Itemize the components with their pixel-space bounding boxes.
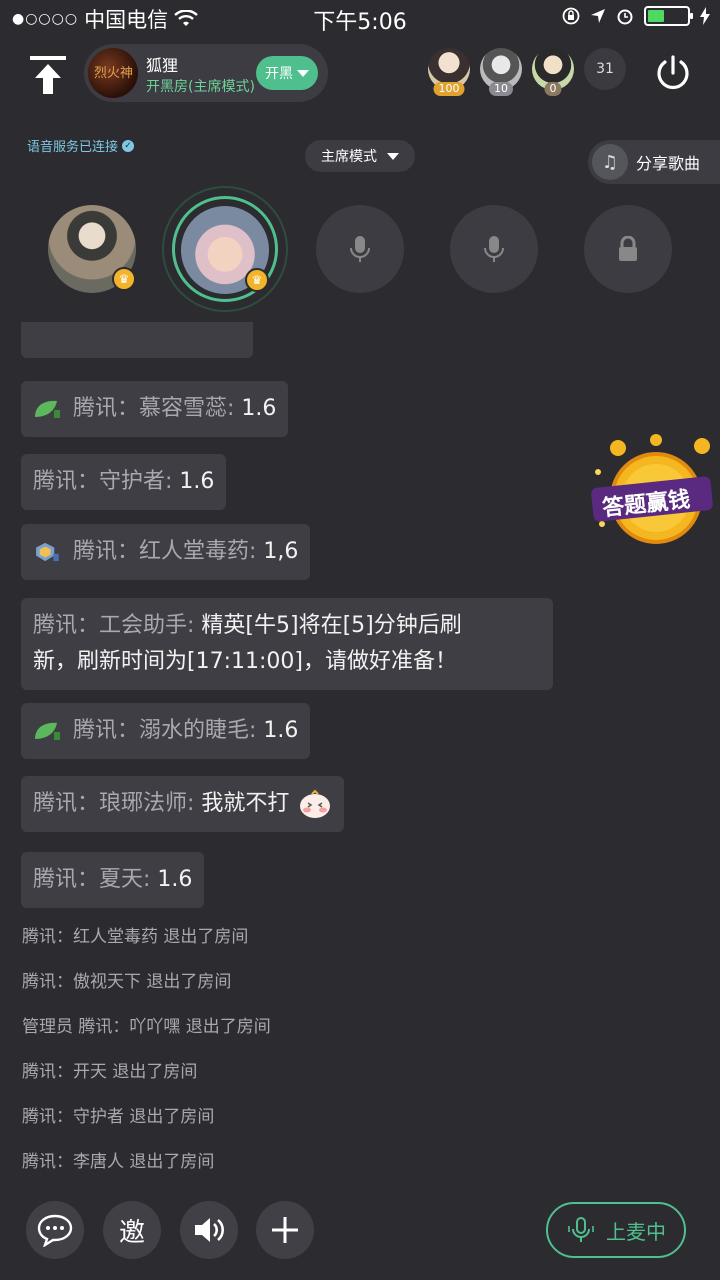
caret-down-icon: [297, 69, 309, 77]
room-info-pill[interactable]: 烈火神 狐狸 开黑房(主席模式) 开黑: [84, 44, 328, 102]
online-count[interactable]: 31: [584, 48, 626, 90]
room-avatar-text: 烈火神: [94, 66, 134, 81]
emoji-face-icon: [300, 789, 331, 818]
chat-text: 1.6: [256, 718, 299, 743]
contributor-badge: 100: [433, 82, 465, 96]
chat-sender: 腾讯：琅琊法师:: [33, 791, 195, 816]
chat-message[interactable]: 腾讯：红人堂毒药: 1,6: [21, 524, 311, 580]
voice-status-label: 语音服务已连接: [27, 140, 119, 155]
chat-message[interactable]: 腾讯：慕容雪蕊: 1.6: [21, 381, 289, 437]
share-song-button[interactable]: ♫ 分享歌曲: [588, 140, 720, 184]
contributor-badge: 0: [544, 82, 562, 96]
share-song-label: 分享歌曲: [636, 154, 701, 173]
chat-text: 我就不打: [194, 791, 290, 816]
microphone-icon: [350, 236, 370, 262]
room-type-dropdown[interactable]: 开黑: [256, 56, 318, 90]
rank-badge-icon: [36, 542, 59, 562]
leaf-badge-icon: [35, 400, 60, 418]
chat-bubble-partial: [21, 322, 253, 358]
plus-icon: [272, 1217, 298, 1243]
check-icon: ✓: [122, 139, 135, 152]
chat-message[interactable]: 腾讯：守护者: 1.6: [21, 454, 227, 510]
status-bar: ●○○○○ 中国电信 下午5:06: [0, 0, 720, 36]
lock-icon: [619, 236, 637, 261]
invite-label: 邀: [118, 1217, 145, 1248]
chat-input-button[interactable]: [26, 1201, 84, 1259]
chat-text-line2: 新，刷新时间为[17:11:00]，请做好准备！: [33, 649, 457, 674]
contributor-badge: 10: [489, 82, 513, 96]
room-mode-label: 开黑房(主席模式): [146, 79, 255, 95]
more-button[interactable]: [256, 1201, 314, 1259]
voice-status: 语音服务已连接 ✓: [27, 136, 135, 155]
chat-text: 精英[牛5]将在[5]分钟后刷: [194, 613, 462, 638]
seat-user[interactable]: ♛: [48, 205, 136, 293]
location-icon: [591, 9, 605, 23]
system-message: 腾讯：李唐人 退出了房间: [22, 1152, 215, 1172]
leaf-badge-icon: [35, 722, 60, 740]
power-icon[interactable]: [654, 54, 692, 92]
caret-down-icon: [387, 152, 399, 160]
contributor-avatar[interactable]: 100: [428, 48, 470, 96]
room-type-label: 开黑: [265, 66, 293, 82]
speaker-button[interactable]: [180, 1201, 238, 1259]
seat-mode-label: 主席模式: [321, 149, 377, 165]
battery-icon: [644, 6, 693, 26]
seat-mode-dropdown[interactable]: 主席模式: [305, 140, 415, 172]
system-message: 管理员 腾讯：吖吖嘿 退出了房间: [22, 1017, 271, 1037]
mic-up-label: 上麦中: [606, 1219, 666, 1244]
chat-text: 1.6: [150, 867, 193, 892]
chat-text: 1.6: [234, 396, 277, 421]
mic-up-button[interactable]: 上麦中: [546, 1202, 686, 1258]
quiz-reward-badge[interactable]: 答题赢钱: [588, 432, 716, 552]
chat-message[interactable]: 腾讯：工会助手: 精英[牛5]将在[5]分钟后刷 新，刷新时间为[17:11:0…: [21, 598, 553, 690]
minimize-up-arrow-icon[interactable]: [28, 52, 68, 96]
chat-text: 1,6: [256, 539, 299, 564]
chat-bubble-icon: [37, 1214, 73, 1247]
chat-text: 1.6: [172, 469, 215, 494]
crown-icon: ♛: [112, 267, 136, 291]
seat-host[interactable]: ♛: [181, 206, 269, 294]
seat-locked[interactable]: [584, 205, 672, 293]
chat-sender: 腾讯：工会助手:: [33, 613, 195, 638]
chat-message[interactable]: 腾讯：溺水的睫毛: 1.6: [21, 703, 311, 759]
room-name: 狐狸: [146, 56, 179, 75]
system-message: 腾讯：开天 退出了房间: [22, 1062, 198, 1082]
microphone-icon: [568, 1217, 594, 1242]
rotation-lock-icon: [562, 7, 580, 25]
chat-message[interactable]: 腾讯：琅琊法师: 我就不打: [21, 776, 345, 832]
invite-button[interactable]: 邀: [103, 1201, 161, 1259]
system-message: 腾讯：傲视天下 退出了房间: [22, 972, 232, 992]
contributor-avatar[interactable]: 0: [532, 48, 574, 96]
top-contributors: 100 10 0 31: [428, 48, 626, 96]
microphone-icon: [484, 236, 504, 262]
chat-sender: 腾讯：夏天:: [33, 867, 151, 892]
music-note-icon: ♫: [592, 144, 628, 180]
speaker-icon: [195, 1218, 224, 1242]
status-right: [562, 6, 710, 26]
chat-message[interactable]: 腾讯：夏天: 1.6: [21, 852, 205, 908]
system-message: 腾讯：红人堂毒药 退出了房间: [22, 927, 249, 947]
chat-sender: 腾讯：溺水的睫毛:: [73, 718, 257, 743]
chat-sender: 腾讯：守护者:: [33, 469, 173, 494]
system-message: 腾讯：守护者 退出了房间: [22, 1107, 215, 1127]
seat-empty[interactable]: [450, 205, 538, 293]
room-avatar: 烈火神: [88, 48, 138, 98]
seat-empty[interactable]: [316, 205, 404, 293]
charging-icon: [700, 7, 710, 25]
chat-sender: 腾讯：红人堂毒药:: [73, 539, 257, 564]
alarm-icon: [617, 9, 633, 25]
crown-icon: ♛: [245, 268, 269, 292]
contributor-avatar[interactable]: 10: [480, 48, 522, 96]
chat-sender: 腾讯：慕容雪蕊:: [73, 396, 235, 421]
